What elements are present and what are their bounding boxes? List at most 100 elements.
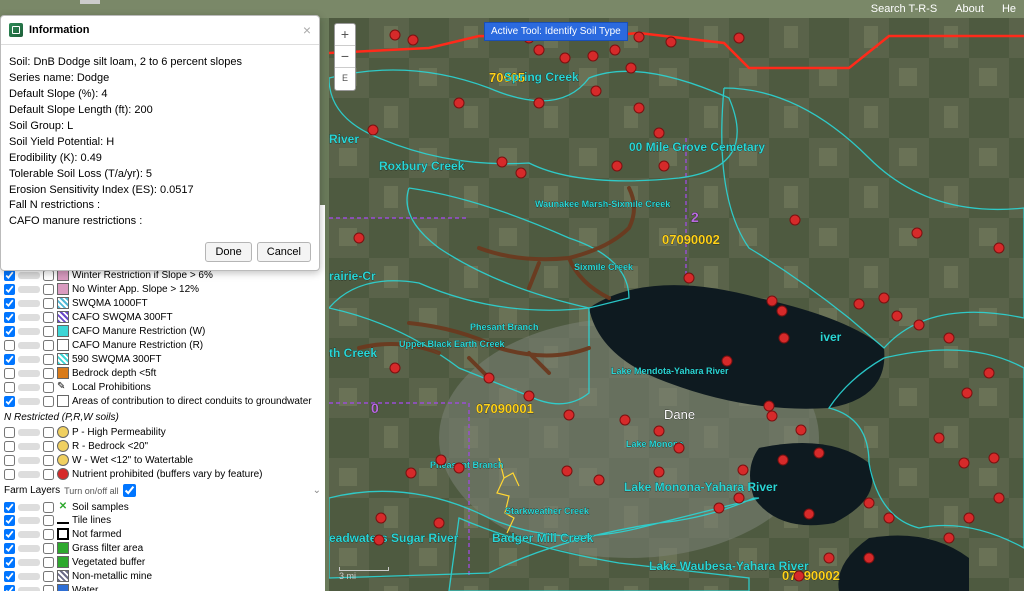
- layer-visibility-checkbox[interactable]: [4, 284, 15, 295]
- map-viewport[interactable]: 70005Spring CreekRiverRoxbury Creek00 Mi…: [329, 18, 1024, 591]
- nutrient-prohibited-marker[interactable]: [854, 299, 864, 309]
- nutrient-prohibited-marker[interactable]: [814, 448, 824, 458]
- nutrient-prohibited-marker[interactable]: [594, 475, 604, 485]
- nutrient-prohibited-marker[interactable]: [892, 311, 902, 321]
- layer-label-checkbox[interactable]: [43, 326, 54, 337]
- nutrient-prohibited-marker[interactable]: [734, 493, 744, 503]
- nutrient-prohibited-marker[interactable]: [390, 363, 400, 373]
- nutrient-prohibited-marker[interactable]: [934, 433, 944, 443]
- layer-visibility-checkbox[interactable]: [4, 340, 15, 351]
- layer-label-checkbox[interactable]: [43, 427, 54, 438]
- nutrient-prohibited-marker[interactable]: [376, 513, 386, 523]
- opacity-slider[interactable]: [18, 545, 40, 552]
- nutrient-prohibited-marker[interactable]: [714, 503, 724, 513]
- layer-label-checkbox[interactable]: [43, 502, 54, 513]
- opacity-slider[interactable]: [18, 286, 40, 293]
- nutrient-prohibited-marker[interactable]: [524, 391, 534, 401]
- opacity-slider[interactable]: [18, 587, 40, 591]
- nutrient-prohibited-marker[interactable]: [654, 128, 664, 138]
- nutrient-prohibited-marker[interactable]: [534, 98, 544, 108]
- nutrient-prohibited-marker[interactable]: [654, 467, 664, 477]
- nutrient-prohibited-marker[interactable]: [408, 35, 418, 45]
- opacity-slider[interactable]: [18, 384, 40, 391]
- layer-visibility-checkbox[interactable]: [4, 270, 15, 281]
- layer-visibility-checkbox[interactable]: [4, 543, 15, 554]
- nutrient-prohibited-marker[interactable]: [368, 125, 378, 135]
- farm-layers-header[interactable]: Farm Layers Turn on/off all ⌄: [4, 481, 321, 500]
- layer-visibility-checkbox[interactable]: [4, 502, 15, 513]
- nutrient-prohibited-marker[interactable]: [534, 45, 544, 55]
- nutrient-prohibited-marker[interactable]: [684, 273, 694, 283]
- opacity-slider[interactable]: [18, 457, 40, 464]
- nutrient-prohibited-marker[interactable]: [778, 455, 788, 465]
- layer-visibility-checkbox[interactable]: [4, 298, 15, 309]
- nutrient-prohibited-marker[interactable]: [620, 415, 630, 425]
- nutrient-prohibited-marker[interactable]: [994, 243, 1004, 253]
- nutrient-prohibited-marker[interactable]: [984, 368, 994, 378]
- layer-label-checkbox[interactable]: [43, 340, 54, 351]
- nutrient-prohibited-marker[interactable]: [794, 571, 804, 581]
- nutrient-prohibited-marker[interactable]: [436, 455, 446, 465]
- nutrient-prohibited-marker[interactable]: [964, 513, 974, 523]
- nutrient-prohibited-marker[interactable]: [516, 168, 526, 178]
- nutrient-prohibited-marker[interactable]: [994, 493, 1004, 503]
- layer-label-checkbox[interactable]: [43, 515, 54, 526]
- layer-label-checkbox[interactable]: [43, 585, 54, 591]
- layer-label-checkbox[interactable]: [43, 469, 54, 480]
- nutrient-prohibited-marker[interactable]: [777, 306, 787, 316]
- nutrient-prohibited-marker[interactable]: [790, 215, 800, 225]
- nutrient-prohibited-marker[interactable]: [959, 458, 969, 468]
- close-icon[interactable]: ×: [303, 22, 311, 38]
- nutrient-prohibited-marker[interactable]: [562, 466, 572, 476]
- layer-label-checkbox[interactable]: [43, 571, 54, 582]
- layer-visibility-checkbox[interactable]: [4, 571, 15, 582]
- opacity-slider[interactable]: [18, 272, 40, 279]
- nutrient-prohibited-marker[interactable]: [779, 333, 789, 343]
- layer-visibility-checkbox[interactable]: [4, 354, 15, 365]
- layer-visibility-checkbox[interactable]: [4, 326, 15, 337]
- opacity-slider[interactable]: [18, 356, 40, 363]
- nutrient-prohibited-marker[interactable]: [626, 63, 636, 73]
- nutrient-prohibited-marker[interactable]: [666, 37, 676, 47]
- opacity-slider[interactable]: [18, 300, 40, 307]
- layer-label-checkbox[interactable]: [43, 354, 54, 365]
- nutrient-prohibited-marker[interactable]: [879, 293, 889, 303]
- opacity-slider[interactable]: [18, 370, 40, 377]
- nutrient-prohibited-marker[interactable]: [564, 410, 574, 420]
- layer-label-checkbox[interactable]: [43, 382, 54, 393]
- nutrient-prohibited-marker[interactable]: [497, 157, 507, 167]
- nutrient-prohibited-marker[interactable]: [454, 463, 464, 473]
- about-link[interactable]: About: [955, 3, 984, 15]
- layer-visibility-checkbox[interactable]: [4, 396, 15, 407]
- layer-visibility-checkbox[interactable]: [4, 557, 15, 568]
- layer-visibility-checkbox[interactable]: [4, 441, 15, 452]
- layer-label-checkbox[interactable]: [43, 529, 54, 540]
- nutrient-prohibited-marker[interactable]: [722, 356, 732, 366]
- layer-visibility-checkbox[interactable]: [4, 382, 15, 393]
- nutrient-prohibited-marker[interactable]: [734, 33, 744, 43]
- nutrient-prohibited-marker[interactable]: [634, 32, 644, 42]
- layer-label-checkbox[interactable]: [43, 455, 54, 466]
- layer-visibility-checkbox[interactable]: [4, 455, 15, 466]
- search-trs-link[interactable]: Search T-R-S: [871, 3, 937, 15]
- layer-visibility-checkbox[interactable]: [4, 427, 15, 438]
- cancel-button[interactable]: Cancel: [257, 242, 311, 262]
- nutrient-prohibited-marker[interactable]: [659, 161, 669, 171]
- opacity-slider[interactable]: [18, 531, 40, 538]
- nutrient-prohibited-marker[interactable]: [796, 425, 806, 435]
- farm-all-toggle[interactable]: [123, 484, 136, 497]
- nutrient-prohibited-marker[interactable]: [989, 453, 999, 463]
- nutrient-prohibited-marker[interactable]: [588, 51, 598, 61]
- zoom-extent-button[interactable]: E: [335, 68, 355, 90]
- nutrient-prohibited-marker[interactable]: [674, 443, 684, 453]
- layer-label-checkbox[interactable]: [43, 441, 54, 452]
- nutrient-prohibited-marker[interactable]: [884, 513, 894, 523]
- opacity-slider[interactable]: [18, 573, 40, 580]
- nutrient-prohibited-marker[interactable]: [454, 98, 464, 108]
- nutrient-prohibited-marker[interactable]: [738, 465, 748, 475]
- nutrient-prohibited-marker[interactable]: [591, 86, 601, 96]
- layer-label-checkbox[interactable]: [43, 298, 54, 309]
- nutrient-prohibited-marker[interactable]: [354, 233, 364, 243]
- nutrient-prohibited-marker[interactable]: [434, 518, 444, 528]
- nutrient-prohibited-marker[interactable]: [944, 533, 954, 543]
